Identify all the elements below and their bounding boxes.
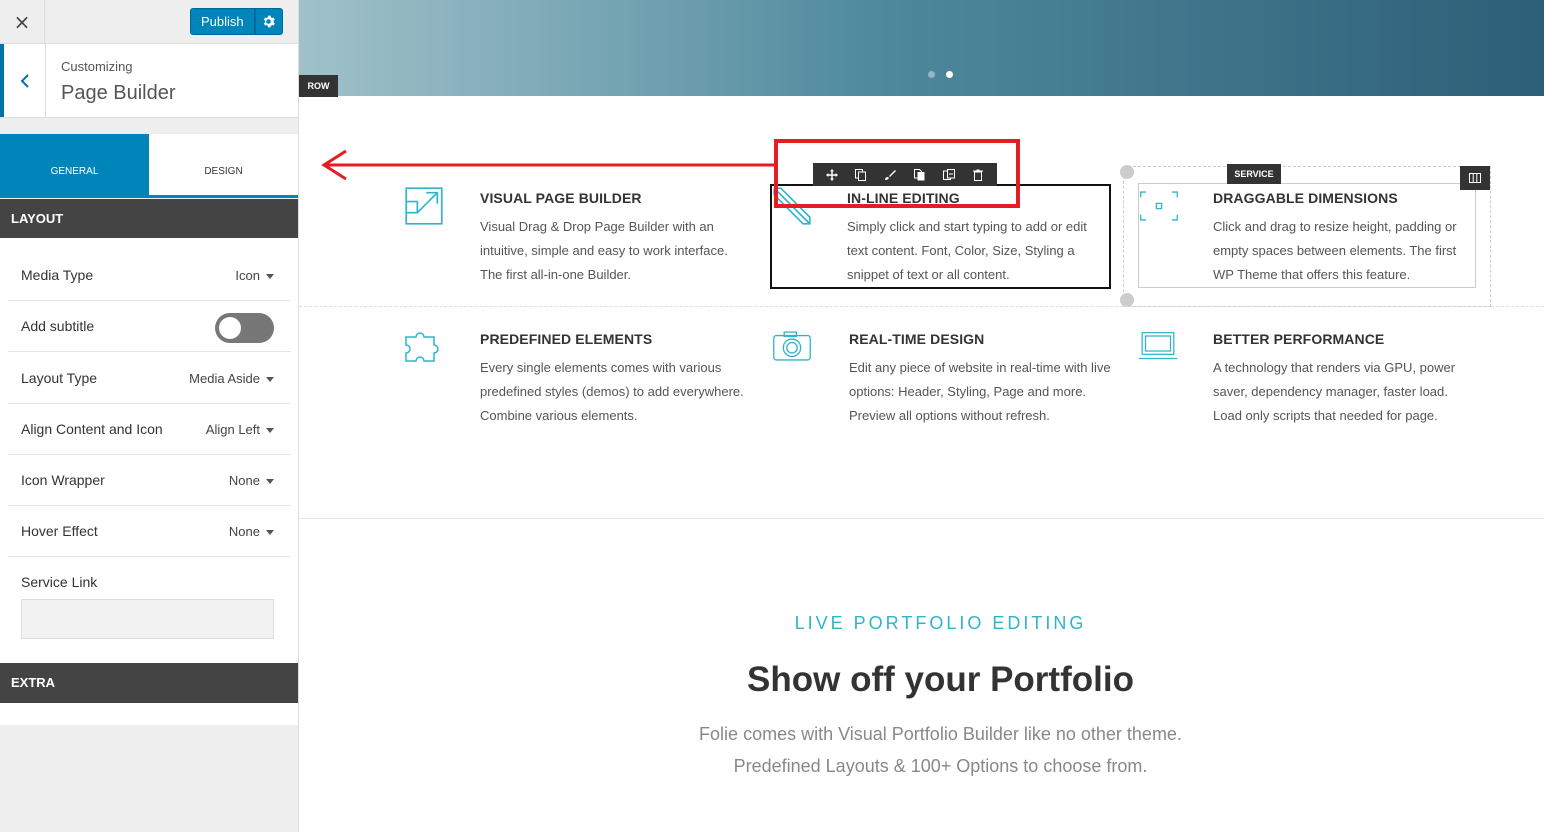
caret-down-icon (266, 479, 274, 485)
feature-title[interactable]: DRAGGABLE DIMENSIONS (1213, 190, 1398, 206)
media-type-label: Media Type (21, 267, 94, 283)
icon-wrapper-value: None (228, 473, 260, 488)
portfolio-description[interactable]: Folie comes with Visual Portfolio Builde… (299, 718, 1544, 782)
media-type-value: Icon (235, 268, 260, 283)
feature-title[interactable]: REAL-TIME DESIGN (849, 331, 984, 347)
caret-down-icon (266, 428, 274, 434)
align-value: Align Left (205, 422, 260, 437)
feature-text[interactable]: Edit any piece of website in real-time w… (849, 356, 1111, 428)
puzzle-icon (405, 332, 439, 362)
resize-handle-bottom[interactable] (1120, 293, 1134, 307)
row-tag[interactable]: ROW (299, 75, 338, 97)
customizer-sidebar: × Publish Customizing Page Builder Gener… (0, 0, 299, 832)
feature-title[interactable]: VISUAL PAGE BUILDER (480, 190, 642, 206)
laptop-icon (1138, 332, 1178, 360)
feature-title[interactable]: BETTER PERFORMANCE (1213, 331, 1384, 347)
slider-dot-2[interactable] (946, 71, 953, 78)
feature-title[interactable]: PREDEFINED ELEMENTS (480, 331, 652, 347)
extra-panel (0, 703, 298, 725)
portfolio-subheading[interactable]: LIVE PORTFOLIO EDITING (299, 613, 1544, 634)
resize-handle-top[interactable] (1120, 165, 1134, 179)
feature-text[interactable]: Every single elements comes with various… (480, 356, 745, 428)
setting-layout-type: Layout Type Media Aside (8, 353, 291, 404)
annotation-highlight-box (774, 139, 1020, 208)
service-tag[interactable]: SERVICE (1227, 164, 1281, 184)
hero-slider (299, 0, 1544, 96)
feature-text[interactable]: Click and drag to resize height, padding… (1213, 215, 1468, 287)
close-icon[interactable]: × (0, 0, 45, 43)
portfolio-desc-line-1: Folie comes with Visual Portfolio Builde… (699, 724, 1182, 744)
caret-down-icon (266, 274, 274, 280)
hero-image (299, 0, 899, 96)
setting-media-type: Media Type Icon (8, 250, 291, 301)
customizer-topbar: × Publish (0, 0, 298, 44)
breadcrumb-parent: Customizing (61, 59, 133, 74)
camera-icon (773, 331, 811, 361)
layout-panel: Media Type Icon Add subtitle Layout Type… (0, 238, 298, 663)
add-subtitle-toggle[interactable] (215, 313, 274, 343)
add-subtitle-label: Add subtitle (21, 318, 95, 334)
portfolio-heading[interactable]: Show off your Portfolio (299, 660, 1544, 700)
publish-group: Publish (190, 8, 283, 35)
back-button[interactable] (0, 44, 46, 117)
publish-button[interactable]: Publish (190, 8, 255, 35)
feature-text[interactable]: A technology that renders via GPU, power… (1213, 356, 1468, 428)
expand-icon (405, 187, 443, 225)
section-extra[interactable]: EXTRA (0, 663, 298, 703)
annotation-arrow (321, 149, 776, 181)
feature-text[interactable]: Visual Drag & Drop Page Builder with an … (480, 215, 745, 287)
hover-effect-label: Hover Effect (21, 523, 98, 539)
portfolio-desc-line-2: Predefined Layouts & 100+ Options to cho… (733, 756, 1148, 776)
layout-type-select[interactable]: Media Aside (189, 353, 274, 404)
icon-wrapper-label: Icon Wrapper (21, 472, 105, 488)
icon-wrapper-select[interactable]: None (229, 455, 274, 506)
feature-text[interactable]: Simply click and start typing to add or … (847, 215, 1102, 287)
slider-dot-1[interactable] (928, 71, 935, 78)
align-label: Align Content and Icon (21, 421, 163, 437)
gear-icon[interactable] (254, 8, 283, 35)
media-type-select[interactable]: Icon (235, 250, 274, 301)
tab-general[interactable]: General (0, 134, 149, 195)
columns-icon[interactable] (1460, 166, 1490, 190)
setting-add-subtitle: Add subtitle (8, 301, 291, 352)
toggle-knob (219, 317, 241, 339)
layout-type-label: Layout Type (21, 370, 98, 386)
section-layout[interactable]: LAYOUT (0, 199, 298, 239)
page-title: Page Builder (61, 82, 176, 104)
section-divider (299, 518, 1544, 519)
caret-down-icon (266, 377, 274, 383)
service-link-input[interactable] (21, 599, 274, 639)
setting-hover-effect: Hover Effect None (8, 506, 291, 557)
hover-effect-value: None (228, 524, 260, 539)
breadcrumb: Customizing Page Builder (0, 44, 298, 118)
setting-icon-wrapper: Icon Wrapper None (8, 455, 291, 506)
resize-icon (1140, 191, 1178, 221)
setting-align: Align Content and Icon Align Left (8, 404, 291, 455)
settings-tabs: General Design (0, 134, 298, 198)
chevron-left-icon (20, 73, 29, 88)
row-divider (299, 306, 1544, 307)
layout-type-value: Media Aside (189, 371, 260, 386)
hover-effect-select[interactable]: None (229, 506, 274, 557)
caret-down-icon (266, 530, 274, 536)
align-select[interactable]: Align Left (206, 404, 274, 455)
tab-design[interactable]: Design (149, 134, 298, 195)
